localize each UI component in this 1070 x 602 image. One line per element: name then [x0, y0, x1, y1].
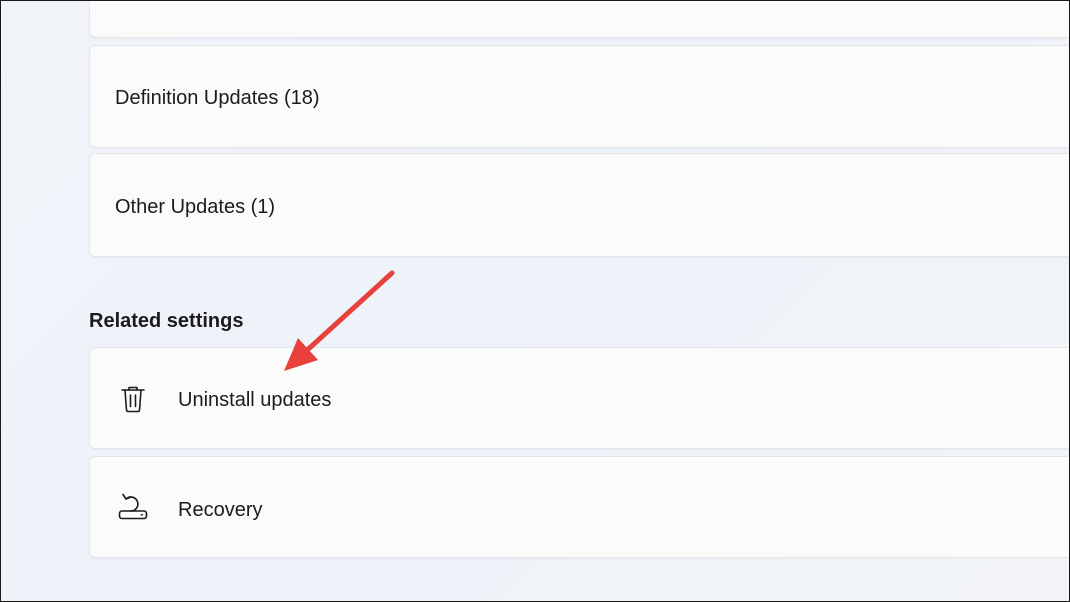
uninstall-updates-label: Uninstall updates: [178, 389, 332, 411]
uninstall-updates-card[interactable]: Uninstall updates: [89, 347, 1070, 449]
definition-updates-card[interactable]: Definition Updates (18): [89, 45, 1070, 148]
update-category-card-top[interactable]: [89, 0, 1070, 38]
other-updates-label: Other Updates (1): [115, 196, 276, 218]
trash-icon: [117, 383, 149, 415]
recovery-icon: [117, 490, 149, 522]
recovery-label: Recovery: [178, 499, 263, 521]
definition-updates-label: Definition Updates (18): [115, 87, 320, 109]
recovery-card[interactable]: Recovery: [89, 456, 1070, 558]
related-settings-heading: Related settings: [89, 310, 244, 332]
other-updates-card[interactable]: Other Updates (1): [89, 153, 1070, 257]
